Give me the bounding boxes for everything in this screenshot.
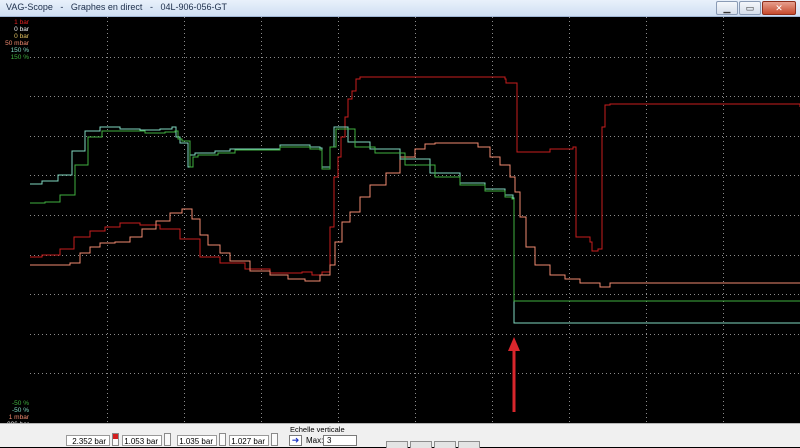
channel-1-slider[interactable] bbox=[112, 433, 119, 446]
max-value-input[interactable]: 3 bbox=[323, 435, 357, 446]
scale-max-label: 0 bar bbox=[14, 33, 29, 40]
scale-labels: 1 bar 0 bar 0 bar 50 mbar 150 % 150 % -50 % -50… bbox=[0, 17, 30, 428]
grid bbox=[30, 17, 800, 423]
live-graph bbox=[30, 17, 800, 423]
value-readout-4: 1.027 bar bbox=[229, 435, 269, 446]
channel-3-slider[interactable] bbox=[219, 433, 226, 446]
minimize-button[interactable]: ▁ bbox=[716, 1, 738, 15]
value-readout-2: 1.053 bar bbox=[122, 435, 162, 446]
value-readout-1: 2.352 bar bbox=[66, 435, 110, 446]
maximize-button[interactable]: ▭ bbox=[739, 1, 761, 15]
scale-max-label: 50 mbar bbox=[5, 40, 29, 47]
channel-4-slider[interactable] bbox=[271, 433, 278, 446]
scale-min-label: -50 % bbox=[12, 407, 29, 414]
scale-max-label: 0 bar bbox=[14, 26, 29, 33]
value-readout-3: 1.035 bar bbox=[177, 435, 217, 446]
max-label: Max: bbox=[306, 436, 324, 445]
scale-max-label: 1 bar bbox=[14, 19, 29, 26]
window-title: VAG-Scope - Graphes en direct - 04L-906-… bbox=[6, 2, 228, 12]
close-button[interactable]: ✕ bbox=[762, 1, 796, 15]
scale-min-label: -50 % bbox=[12, 400, 29, 407]
red-arrow-annotation bbox=[508, 337, 520, 412]
scale-max-label: 150 % bbox=[10, 54, 29, 61]
vertical-scale-caption: Echelle verticale bbox=[290, 425, 345, 434]
bottom-toolbar: 2.352 bar 1.053 bar 1.035 bar 1.027 bar … bbox=[0, 423, 800, 448]
scale-min-label: 1 mbar bbox=[8, 414, 29, 421]
scale-max-label: 150 % bbox=[10, 47, 29, 54]
arrow-right-icon[interactable]: ➜ bbox=[289, 435, 302, 446]
channel-2-slider[interactable] bbox=[164, 433, 171, 446]
title-bar: VAG-Scope - Graphes en direct - 04L-906-… bbox=[0, 0, 800, 17]
